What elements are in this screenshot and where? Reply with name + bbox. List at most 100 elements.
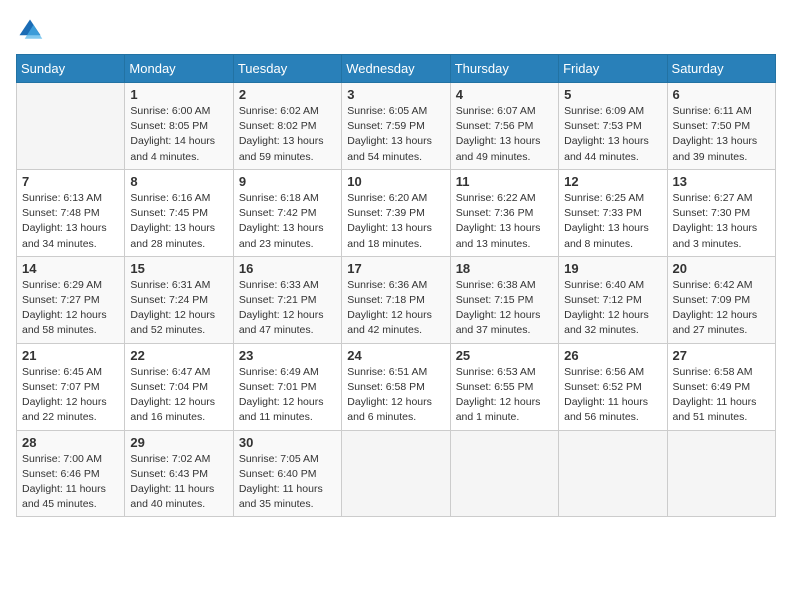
week-row-4: 21 Sunrise: 6:45 AM Sunset: 7:07 PM Dayli…	[17, 343, 776, 430]
calendar-cell: 8Sunrise: 6:16 AM Sunset: 7:45 PM Daylig…	[125, 169, 233, 256]
day-info: Sunrise: 7:00 AM Sunset: 6:46 PM Dayligh…	[22, 452, 119, 513]
calendar-cell: 18 Sunrise: 6:38 AM Sunset: 7:15 PM Dayli…	[450, 256, 558, 343]
day-info: Sunrise: 6:02 AM Sunset: 8:02 PM Dayligh…	[239, 104, 336, 165]
header-row: SundayMondayTuesdayWednesdayThursdayFrid…	[17, 55, 776, 83]
day-number: 30	[239, 435, 336, 450]
day-info: Sunrise: 6:09 AM Sunset: 7:53 PM Dayligh…	[564, 104, 661, 165]
day-number: 13	[673, 174, 770, 189]
day-number: 17	[347, 261, 444, 276]
column-header-sunday: Sunday	[17, 55, 125, 83]
day-number: 10	[347, 174, 444, 189]
column-header-thursday: Thursday	[450, 55, 558, 83]
calendar-cell: 9Sunrise: 6:18 AM Sunset: 7:42 PM Daylig…	[233, 169, 341, 256]
day-info: Sunrise: 6:31 AM Sunset: 7:24 PM Dayligh…	[130, 278, 227, 339]
calendar-cell	[559, 430, 667, 517]
logo	[16, 16, 48, 44]
calendar-body: 1 Sunrise: 6:00 AM Sunset: 8:05 PM Daylig…	[17, 83, 776, 517]
calendar-cell: 5 Sunrise: 6:09 AM Sunset: 7:53 PM Daylig…	[559, 83, 667, 170]
day-number: 22	[130, 348, 227, 363]
calendar-cell: 30 Sunrise: 7:05 AM Sunset: 6:40 PM Dayli…	[233, 430, 341, 517]
day-info: Sunrise: 6:45 AM Sunset: 7:07 PM Dayligh…	[22, 365, 119, 426]
day-info: Sunrise: 6:20 AM Sunset: 7:39 PM Dayligh…	[347, 191, 444, 252]
day-info: Sunrise: 6:05 AM Sunset: 7:59 PM Dayligh…	[347, 104, 444, 165]
week-row-3: 14 Sunrise: 6:29 AM Sunset: 7:27 PM Dayli…	[17, 256, 776, 343]
day-info: Sunrise: 6:42 AM Sunset: 7:09 PM Dayligh…	[673, 278, 770, 339]
day-number: 12	[564, 174, 661, 189]
day-number: 4	[456, 87, 553, 102]
day-info: Sunrise: 6:58 AM Sunset: 6:49 PM Dayligh…	[673, 365, 770, 426]
column-header-saturday: Saturday	[667, 55, 775, 83]
week-row-5: 28 Sunrise: 7:00 AM Sunset: 6:46 PM Dayli…	[17, 430, 776, 517]
column-header-monday: Monday	[125, 55, 233, 83]
calendar-cell: 6Sunrise: 6:11 AM Sunset: 7:50 PM Daylig…	[667, 83, 775, 170]
day-number: 11	[456, 174, 553, 189]
calendar-cell: 23Sunrise: 6:49 AM Sunset: 7:01 PM Dayli…	[233, 343, 341, 430]
day-info: Sunrise: 6:47 AM Sunset: 7:04 PM Dayligh…	[130, 365, 227, 426]
week-row-1: 1 Sunrise: 6:00 AM Sunset: 8:05 PM Daylig…	[17, 83, 776, 170]
calendar-cell: 25 Sunrise: 6:53 AM Sunset: 6:55 PM Dayli…	[450, 343, 558, 430]
column-header-friday: Friday	[559, 55, 667, 83]
page-header	[16, 16, 776, 44]
calendar-cell: 4Sunrise: 6:07 AM Sunset: 7:56 PM Daylig…	[450, 83, 558, 170]
day-info: Sunrise: 6:16 AM Sunset: 7:45 PM Dayligh…	[130, 191, 227, 252]
day-info: Sunrise: 6:29 AM Sunset: 7:27 PM Dayligh…	[22, 278, 119, 339]
column-header-wednesday: Wednesday	[342, 55, 450, 83]
day-number: 21	[22, 348, 119, 363]
calendar-cell: 14 Sunrise: 6:29 AM Sunset: 7:27 PM Dayli…	[17, 256, 125, 343]
calendar-cell: 26 Sunrise: 6:56 AM Sunset: 6:52 PM Dayli…	[559, 343, 667, 430]
calendar-table: SundayMondayTuesdayWednesdayThursdayFrid…	[16, 54, 776, 517]
day-number: 19	[564, 261, 661, 276]
day-number: 29	[130, 435, 227, 450]
day-number: 6	[673, 87, 770, 102]
week-row-2: 7Sunrise: 6:13 AM Sunset: 7:48 PM Daylig…	[17, 169, 776, 256]
day-number: 5	[564, 87, 661, 102]
column-header-tuesday: Tuesday	[233, 55, 341, 83]
day-number: 14	[22, 261, 119, 276]
day-number: 25	[456, 348, 553, 363]
day-info: Sunrise: 6:56 AM Sunset: 6:52 PM Dayligh…	[564, 365, 661, 426]
day-info: Sunrise: 6:25 AM Sunset: 7:33 PM Dayligh…	[564, 191, 661, 252]
day-number: 23	[239, 348, 336, 363]
calendar-cell: 7Sunrise: 6:13 AM Sunset: 7:48 PM Daylig…	[17, 169, 125, 256]
day-number: 2	[239, 87, 336, 102]
day-number: 26	[564, 348, 661, 363]
calendar-cell	[450, 430, 558, 517]
calendar-cell: 2 Sunrise: 6:02 AM Sunset: 8:02 PM Daylig…	[233, 83, 341, 170]
day-info: Sunrise: 6:38 AM Sunset: 7:15 PM Dayligh…	[456, 278, 553, 339]
calendar-cell: 3 Sunrise: 6:05 AM Sunset: 7:59 PM Daylig…	[342, 83, 450, 170]
calendar-cell	[17, 83, 125, 170]
calendar-cell: 27 Sunrise: 6:58 AM Sunset: 6:49 PM Dayli…	[667, 343, 775, 430]
day-number: 16	[239, 261, 336, 276]
calendar-cell: 12 Sunrise: 6:25 AM Sunset: 7:33 PM Dayli…	[559, 169, 667, 256]
day-info: Sunrise: 7:05 AM Sunset: 6:40 PM Dayligh…	[239, 452, 336, 513]
day-info: Sunrise: 6:53 AM Sunset: 6:55 PM Dayligh…	[456, 365, 553, 426]
day-number: 20	[673, 261, 770, 276]
calendar-cell: 28 Sunrise: 7:00 AM Sunset: 6:46 PM Dayli…	[17, 430, 125, 517]
calendar-cell: 22 Sunrise: 6:47 AM Sunset: 7:04 PM Dayli…	[125, 343, 233, 430]
calendar-cell: 20 Sunrise: 6:42 AM Sunset: 7:09 PM Dayli…	[667, 256, 775, 343]
calendar-cell: 29 Sunrise: 7:02 AM Sunset: 6:43 PM Dayli…	[125, 430, 233, 517]
day-info: Sunrise: 6:27 AM Sunset: 7:30 PM Dayligh…	[673, 191, 770, 252]
calendar-cell: 16Sunrise: 6:33 AM Sunset: 7:21 PM Dayli…	[233, 256, 341, 343]
day-info: Sunrise: 6:22 AM Sunset: 7:36 PM Dayligh…	[456, 191, 553, 252]
day-number: 24	[347, 348, 444, 363]
logo-icon	[16, 16, 44, 44]
calendar-cell	[342, 430, 450, 517]
day-info: Sunrise: 6:51 AM Sunset: 6:58 PM Dayligh…	[347, 365, 444, 426]
day-number: 18	[456, 261, 553, 276]
day-number: 15	[130, 261, 227, 276]
day-number: 28	[22, 435, 119, 450]
day-number: 7	[22, 174, 119, 189]
calendar-cell: 15 Sunrise: 6:31 AM Sunset: 7:24 PM Dayli…	[125, 256, 233, 343]
day-number: 27	[673, 348, 770, 363]
day-info: Sunrise: 6:00 AM Sunset: 8:05 PM Dayligh…	[130, 104, 227, 165]
day-number: 1	[130, 87, 227, 102]
calendar-cell: 1 Sunrise: 6:00 AM Sunset: 8:05 PM Daylig…	[125, 83, 233, 170]
calendar-cell: 11 Sunrise: 6:22 AM Sunset: 7:36 PM Dayli…	[450, 169, 558, 256]
day-info: Sunrise: 6:40 AM Sunset: 7:12 PM Dayligh…	[564, 278, 661, 339]
day-number: 3	[347, 87, 444, 102]
calendar-header: SundayMondayTuesdayWednesdayThursdayFrid…	[17, 55, 776, 83]
day-number: 9	[239, 174, 336, 189]
calendar-cell: 24 Sunrise: 6:51 AM Sunset: 6:58 PM Dayli…	[342, 343, 450, 430]
day-info: Sunrise: 7:02 AM Sunset: 6:43 PM Dayligh…	[130, 452, 227, 513]
